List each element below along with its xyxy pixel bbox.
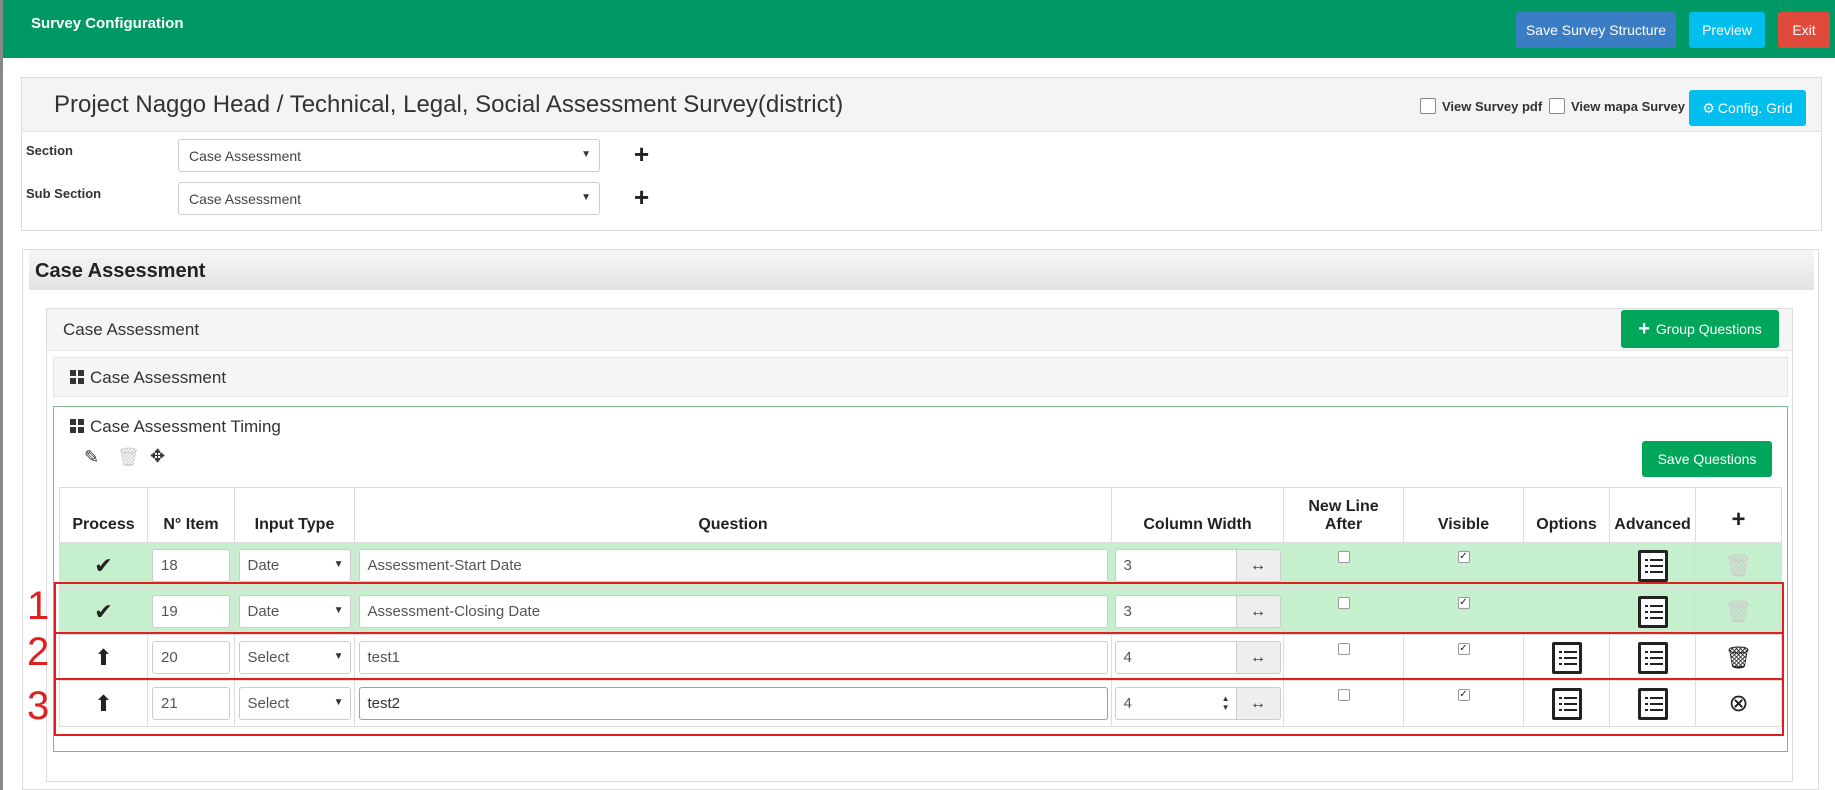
input-type-value: Date [247, 557, 280, 574]
chevron-down-icon: ▼ [581, 149, 591, 160]
header-column-width: Column Width [1111, 487, 1284, 543]
sub-group-case-assessment[interactable]: Case Assessment [53, 357, 1788, 397]
config-grid-button[interactable]: ⚙ Config. Grid [1689, 90, 1806, 126]
question-input[interactable]: Assessment-Start Date [358, 549, 1108, 582]
window-edge [0, 0, 3, 790]
header-options: Options [1523, 487, 1610, 543]
view-survey-pdf-checkbox[interactable] [1420, 98, 1436, 114]
config-grid-label: Config. Grid [1717, 100, 1793, 116]
exit-button[interactable]: Exit [1778, 12, 1830, 48]
gear-icon: ⚙ [1702, 99, 1715, 116]
section-select-value: Case Assessment [189, 148, 302, 164]
resize-arrows-icon[interactable]: ↔ [1236, 549, 1281, 582]
question-group-header: Case Assessment [47, 309, 1792, 351]
plus-icon: + [1638, 317, 1650, 340]
sub-group-timing-title: Case Assessment Timing [90, 417, 281, 436]
case-assessment-heading: Case Assessment [35, 260, 206, 282]
annotation-box-1 [54, 582, 1784, 634]
header-visible: Visible [1403, 487, 1524, 543]
project-panel: Project Naggo Head / Technical, Legal, S… [21, 77, 1822, 231]
add-sub-section-icon[interactable]: + [634, 184, 649, 210]
header-new-line-after: New Line After [1283, 487, 1404, 543]
grid-icon [70, 419, 85, 434]
add-question-icon[interactable]: + [1695, 487, 1782, 543]
annotation-number-2: 2 [27, 630, 50, 674]
annotation-box-2 [54, 632, 1784, 680]
input-type-select[interactable]: Date ▼ [238, 549, 351, 582]
sub-section-select[interactable]: Case Assessment ▼ [178, 182, 600, 215]
annotation-number-3: 3 [27, 684, 50, 728]
app-title: Survey Configuration [31, 15, 184, 32]
group-questions-label: Group Questions [1655, 321, 1762, 337]
add-section-icon[interactable]: + [634, 141, 649, 167]
trash-icon[interactable]: 🗑 [1725, 553, 1753, 578]
move-icon[interactable]: ✥ [150, 446, 165, 467]
sub-section-label: Sub Section [26, 186, 102, 201]
view-mapa-survey-label: View mapa Survey [1571, 99, 1685, 114]
header-process: Process [59, 487, 148, 543]
preview-button[interactable]: Preview [1689, 12, 1765, 48]
save-questions-button[interactable]: Save Questions [1642, 441, 1772, 477]
chevron-down-icon: ▼ [581, 192, 591, 203]
header-input-type: Input Type [234, 487, 355, 543]
sub-section-select-value: Case Assessment [189, 191, 302, 207]
chevron-down-icon: ▼ [333, 559, 344, 570]
grid-icon [70, 370, 85, 385]
view-mapa-survey-checkbox[interactable] [1549, 98, 1565, 114]
question-group-title: Case Assessment [63, 320, 200, 339]
header-item: N° Item [147, 487, 235, 543]
advanced-list-icon[interactable] [1637, 549, 1668, 582]
item-number-input[interactable]: 18 [152, 549, 230, 582]
case-assessment-header: Case Assessment [29, 250, 1814, 290]
annotation-number-1: 1 [27, 584, 50, 628]
view-survey-pdf-label: View Survey pdf [1442, 99, 1543, 114]
annotation-box-3 [54, 678, 1784, 736]
project-title: Project Naggo Head / Technical, Legal, S… [54, 91, 844, 118]
save-survey-structure-button[interactable]: Save Survey Structure [1516, 12, 1676, 48]
visible-checkbox[interactable]: ✓ [1457, 551, 1470, 563]
pencil-icon[interactable]: ✎ [84, 447, 99, 468]
header-question: Question [354, 487, 1112, 543]
new-line-checkbox[interactable] [1337, 551, 1350, 563]
processed-check-icon[interactable]: ✔ [94, 553, 112, 578]
group-questions-button[interactable]: + Group Questions [1621, 310, 1779, 348]
section-label: Section [26, 143, 73, 158]
header-advanced: Advanced [1609, 487, 1696, 543]
project-header: Project Naggo Head / Technical, Legal, S… [22, 78, 1821, 132]
column-width-input[interactable]: 3 [1114, 549, 1237, 582]
section-select[interactable]: Case Assessment ▼ [178, 139, 600, 172]
table-header-row: Process N° Item Input Type Question Colu… [59, 487, 1782, 543]
sub-group-title: Case Assessment [90, 368, 227, 387]
trash-icon[interactable]: 🗑 [117, 447, 140, 468]
